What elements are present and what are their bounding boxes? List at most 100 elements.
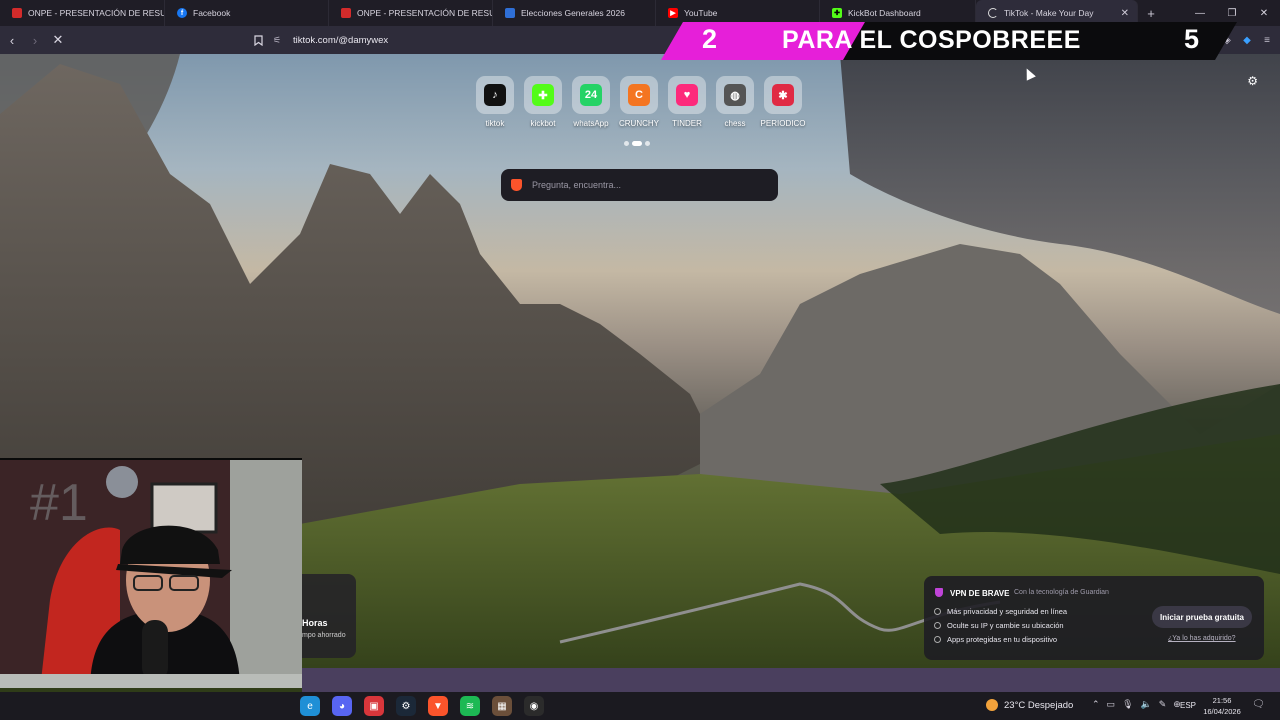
shortcut-tile[interactable]: ✚: [524, 76, 562, 114]
start-trial-button[interactable]: Iniciar prueba gratuita: [1152, 606, 1252, 628]
shortcut-tile[interactable]: ♥: [668, 76, 706, 114]
check-icon: [934, 608, 941, 615]
menu-icon[interactable]: ≡: [1260, 29, 1274, 51]
shortcut-label: tiktok: [485, 119, 505, 128]
edge-icon[interactable]: e: [300, 696, 320, 716]
notifications-icon[interactable]: 🗨: [1252, 699, 1265, 710]
banner-text: PARA EL COSPOBREEE: [782, 26, 1081, 54]
page-dot[interactable]: [645, 141, 650, 146]
whatsapp-icon: 24: [580, 84, 602, 106]
tab-onpe-2[interactable]: ONPE - PRESENTACIÓN DE RESULTA: [329, 0, 493, 26]
close-window-icon[interactable]: ✕: [1248, 0, 1280, 26]
gear-icon[interactable]: ⚙: [1247, 74, 1258, 88]
shortcut-kickbot[interactable]: ✚ kickbot: [524, 76, 562, 128]
vpn-feature-text: Apps protegidas en tu dispositivo: [947, 635, 1058, 644]
weather-widget[interactable]: 23°C Despejado: [986, 699, 1073, 711]
shortcut-tiktok[interactable]: ♪ tiktok: [476, 76, 514, 128]
elecciones-icon: [505, 8, 515, 18]
tab-elecciones[interactable]: Elecciones Generales 2026: [493, 0, 656, 26]
close-tab-icon[interactable]: ✕: [1121, 8, 1129, 19]
bookmark-icon[interactable]: [247, 34, 269, 46]
shortcut-tile[interactable]: C: [620, 76, 658, 114]
shortcut-label: kickbot: [530, 119, 556, 128]
tab-label: KickBot Dashboard: [848, 8, 921, 18]
stats-heading: Horas: [302, 618, 328, 628]
forward-icon[interactable]: ›: [24, 29, 46, 51]
already-purchased-link[interactable]: ¿Ya lo has adquirido?: [1168, 635, 1236, 642]
youtube-icon: ▶: [668, 8, 678, 18]
tinder-icon: ♥: [676, 84, 698, 106]
shortcut-tile[interactable]: ◍: [716, 76, 754, 114]
tab-onpe-1[interactable]: ONPE - PRESENTACIÓN DE RESULTA: [0, 0, 165, 26]
rewards-icon[interactable]: ◆: [1240, 29, 1254, 51]
shortcut-tile[interactable]: 24: [572, 76, 610, 114]
microphone-icon[interactable]: 🎙: [1122, 699, 1133, 710]
back-icon[interactable]: ‹: [1, 29, 23, 51]
chevron-up-icon[interactable]: ⌃: [1092, 699, 1100, 710]
weather-text: 23°C Despejado: [1004, 699, 1074, 711]
clock[interactable]: 21:56 16/04/2026: [1200, 695, 1244, 717]
shortcut-label: whatsApp: [573, 119, 609, 128]
vpn-feature: Más privacidad y seguridad en línea: [934, 607, 1067, 616]
taskbar-apps: e ◕ ▣ ⚙ ▼ ≋ ▦ ◉: [300, 696, 544, 716]
vpn-feature-text: Oculte su IP y cambie su ubicación: [947, 621, 1064, 630]
vpn-tech-note: Con la tecnología de Guardian: [1014, 589, 1109, 596]
webcam-overlay: #1: [0, 458, 302, 688]
tab-label: ONPE - PRESENTACIÓN DE RESULTA: [28, 8, 164, 18]
obs-icon[interactable]: ◉: [524, 696, 544, 716]
brave-logo-icon: [511, 179, 522, 191]
spotify-icon[interactable]: ≋: [460, 696, 480, 716]
crunchyroll-icon: C: [628, 84, 650, 106]
top-sites: ♪ tiktok ✚ kickbot 24 whatsApp C CRUNCHY ♥ TINDER…: [476, 76, 805, 128]
page-bottom-bar: [302, 668, 1280, 692]
app-active-icon[interactable]: ▦: [492, 696, 512, 716]
banner-number-right: 5: [1184, 24, 1200, 54]
discord-icon[interactable]: ◕: [332, 696, 352, 716]
url-text: tiktok.com/@damywex: [293, 34, 389, 46]
periodico-icon: ✱: [772, 84, 794, 106]
stats-widget: Horas mpo ahorrado: [296, 574, 356, 658]
check-icon: [934, 636, 941, 643]
onpe-icon: [12, 8, 22, 18]
volume-icon[interactable]: 🔈: [1141, 699, 1152, 710]
steam-icon[interactable]: ⚙: [396, 696, 416, 716]
shortcut-tile[interactable]: ♪: [476, 76, 514, 114]
shortcut-tile[interactable]: ✱: [764, 76, 802, 114]
shortcut-tinder[interactable]: ♥ TINDER: [668, 76, 706, 128]
tab-label: Elecciones Generales 2026: [521, 8, 625, 18]
shortcut-label: CRUNCHY: [619, 119, 659, 128]
pagination-dots: [624, 141, 650, 146]
globe-icon: ◍: [724, 84, 746, 106]
shortcut-chess[interactable]: ◍ chess: [716, 76, 754, 128]
stats-subtitle: mpo ahorrado: [302, 632, 346, 639]
vpn-feature: Apps protegidas en tu dispositivo: [934, 635, 1057, 644]
svg-text:#1: #1: [30, 474, 88, 532]
stop-loading-icon[interactable]: ✕: [47, 29, 69, 51]
shortcut-periodico[interactable]: ✱ PERIODICO: [761, 76, 805, 128]
banner-number-left: 2: [702, 24, 718, 54]
tab-facebook[interactable]: f Facebook: [165, 0, 329, 26]
kickbot-icon: ✚: [832, 8, 842, 18]
vpn-title: VPN DE BRAVE: [950, 589, 1010, 598]
shortcut-whatsapp[interactable]: 24 whatsApp: [572, 76, 610, 128]
language-indicator[interactable]: ESP: [1180, 701, 1196, 710]
pen-icon[interactable]: ✎: [1159, 699, 1167, 710]
address-bar[interactable]: ⚟ tiktok.com/@damywex: [273, 29, 703, 51]
facebook-icon: f: [177, 8, 187, 18]
system-tray: ⌃ ▭ 🎙 🔈 ✎ ⊕: [1092, 699, 1181, 710]
shortcut-crunchy[interactable]: C CRUNCHY: [619, 76, 659, 128]
check-icon: [934, 622, 941, 629]
page-dot-active[interactable]: [632, 141, 642, 146]
app-red-icon[interactable]: ▣: [364, 696, 384, 716]
shortcut-label: PERIODICO: [760, 119, 806, 128]
battery-icon[interactable]: ▭: [1107, 699, 1116, 710]
tab-label: YouTube: [684, 8, 718, 18]
site-settings-icon[interactable]: ⚟: [273, 35, 289, 46]
search-box[interactable]: Pregunta, encuentra...: [501, 169, 778, 201]
loading-spinner-icon: [988, 8, 998, 18]
page-dot[interactable]: [624, 141, 629, 146]
onpe-icon: [341, 8, 351, 18]
brave-icon[interactable]: ▼: [428, 696, 448, 716]
vpn-card: VPN DE BRAVE Con la tecnología de Guardi…: [924, 576, 1264, 660]
search-placeholder: Pregunta, encuentra...: [532, 180, 622, 190]
